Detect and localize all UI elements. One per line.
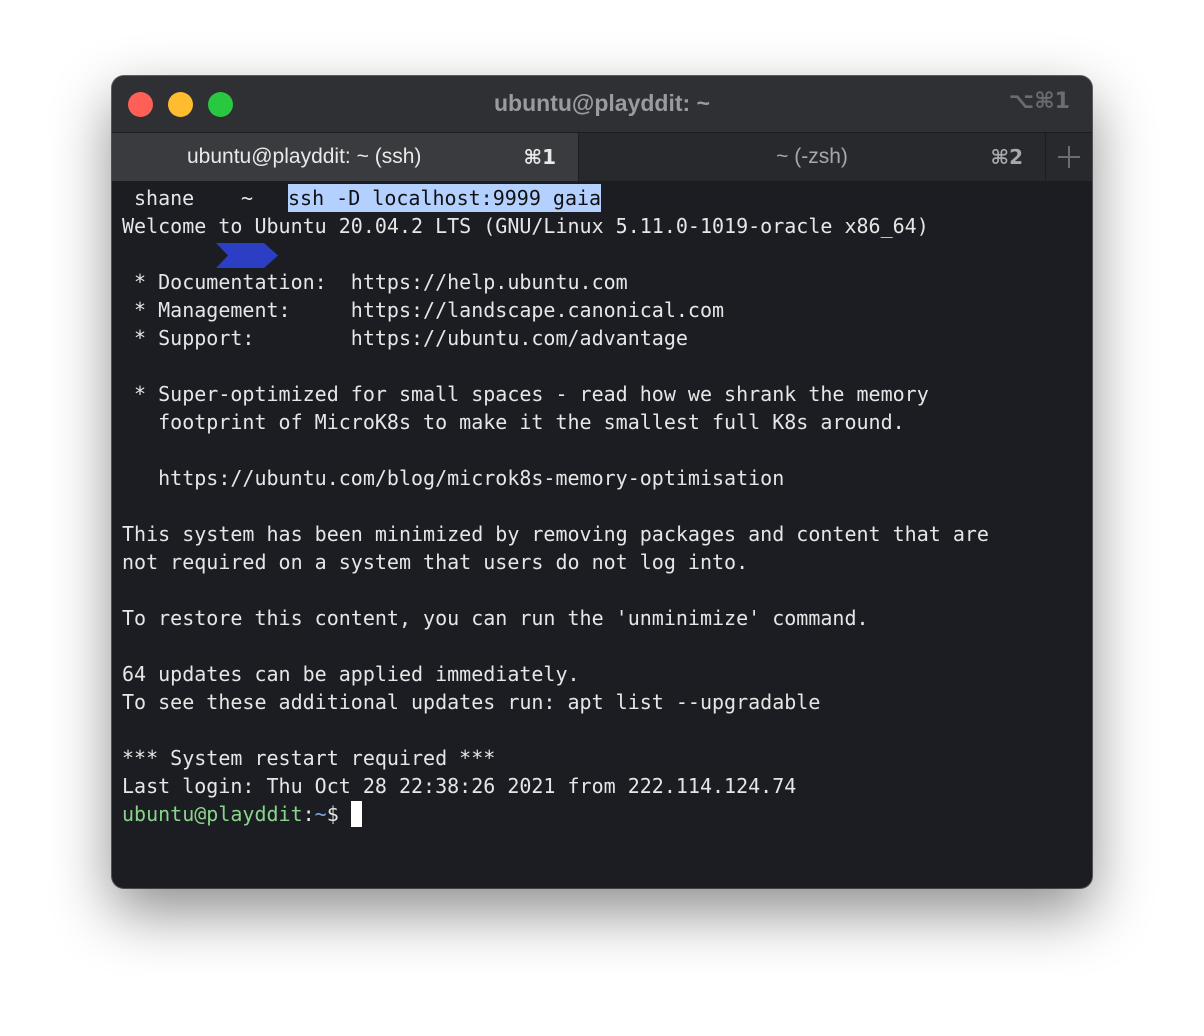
new-tab-button[interactable] (1045, 133, 1092, 181)
output-line: To restore this content, you can run the… (122, 606, 869, 630)
output-line: * Support: https://ubuntu.com/advantage (122, 326, 688, 350)
prompt-path: ~ (314, 802, 327, 826)
output-line: * Management: https://landscape.canonica… (122, 298, 725, 322)
tab-ssh[interactable]: ubuntu@playddit: ~ (ssh) ⌘1 (112, 133, 578, 181)
output-line: not required on a system that users do n… (122, 550, 749, 574)
output-line: https://ubuntu.com/blog/microk8s-memory-… (122, 466, 785, 490)
text-cursor (350, 801, 362, 827)
terminal-content[interactable]: shane ~ ssh -D localhost:9999 gaia Welco… (122, 184, 1082, 878)
prompt-user-host: ubuntu@playddit (122, 802, 303, 826)
terminal-window: ubuntu@playddit: ~ ⌥⌘1 ubuntu@playddit: … (112, 76, 1092, 888)
tab-bar: ubuntu@playddit: ~ (ssh) ⌘1 ~ (-zsh) ⌘2 (112, 132, 1092, 182)
prompt-command: ssh -D localhost:9999 gaia (288, 184, 602, 212)
output-line: Last login: Thu Oct 28 22:38:26 2021 fro… (122, 774, 797, 798)
output-line: *** System restart required *** (122, 746, 496, 770)
prompt-directory-segment: ~ (216, 186, 278, 268)
tab-shortcut: ⌘1 (523, 145, 556, 169)
output-line: * Super-optimized for small spaces - rea… (122, 382, 929, 406)
local-prompt-line: shane ~ ssh -D localhost:9999 gaia (122, 184, 1082, 268)
output-line: To see these additional updates run: apt… (122, 690, 821, 714)
tab-label: ubuntu@playddit: ~ (ssh) (187, 145, 422, 168)
output-line: Welcome to Ubuntu 20.04.2 LTS (GNU/Linux… (122, 214, 929, 238)
powerline-arrow-icon (216, 243, 278, 268)
output-line: This system has been minimized by removi… (122, 522, 989, 546)
prompt-symbol: $ (326, 802, 351, 826)
window-shortcut: ⌥⌘1 (1008, 89, 1070, 114)
tab-label: ~ (-zsh) (776, 145, 848, 168)
tab-shortcut: ⌘2 (990, 145, 1023, 169)
output-line: * Documentation: https://help.ubuntu.com (122, 270, 628, 294)
window-title: ubuntu@playddit: ~ (494, 90, 710, 116)
tab-zsh[interactable]: ~ (-zsh) ⌘2 (578, 133, 1045, 181)
output-line: 64 updates can be applied immediately. (122, 662, 580, 686)
prompt-directory: ~ (240, 186, 254, 210)
plus-icon (1068, 146, 1070, 168)
remote-prompt-line: ubuntu@playddit:~$ (122, 800, 362, 828)
prompt-colon: : (302, 802, 315, 826)
title-bar[interactable]: ubuntu@playddit: ~ ⌥⌘1 (112, 76, 1092, 132)
output-line: footprint of MicroK8s to make it the sma… (122, 410, 905, 434)
prompt-user: shane (134, 186, 195, 210)
